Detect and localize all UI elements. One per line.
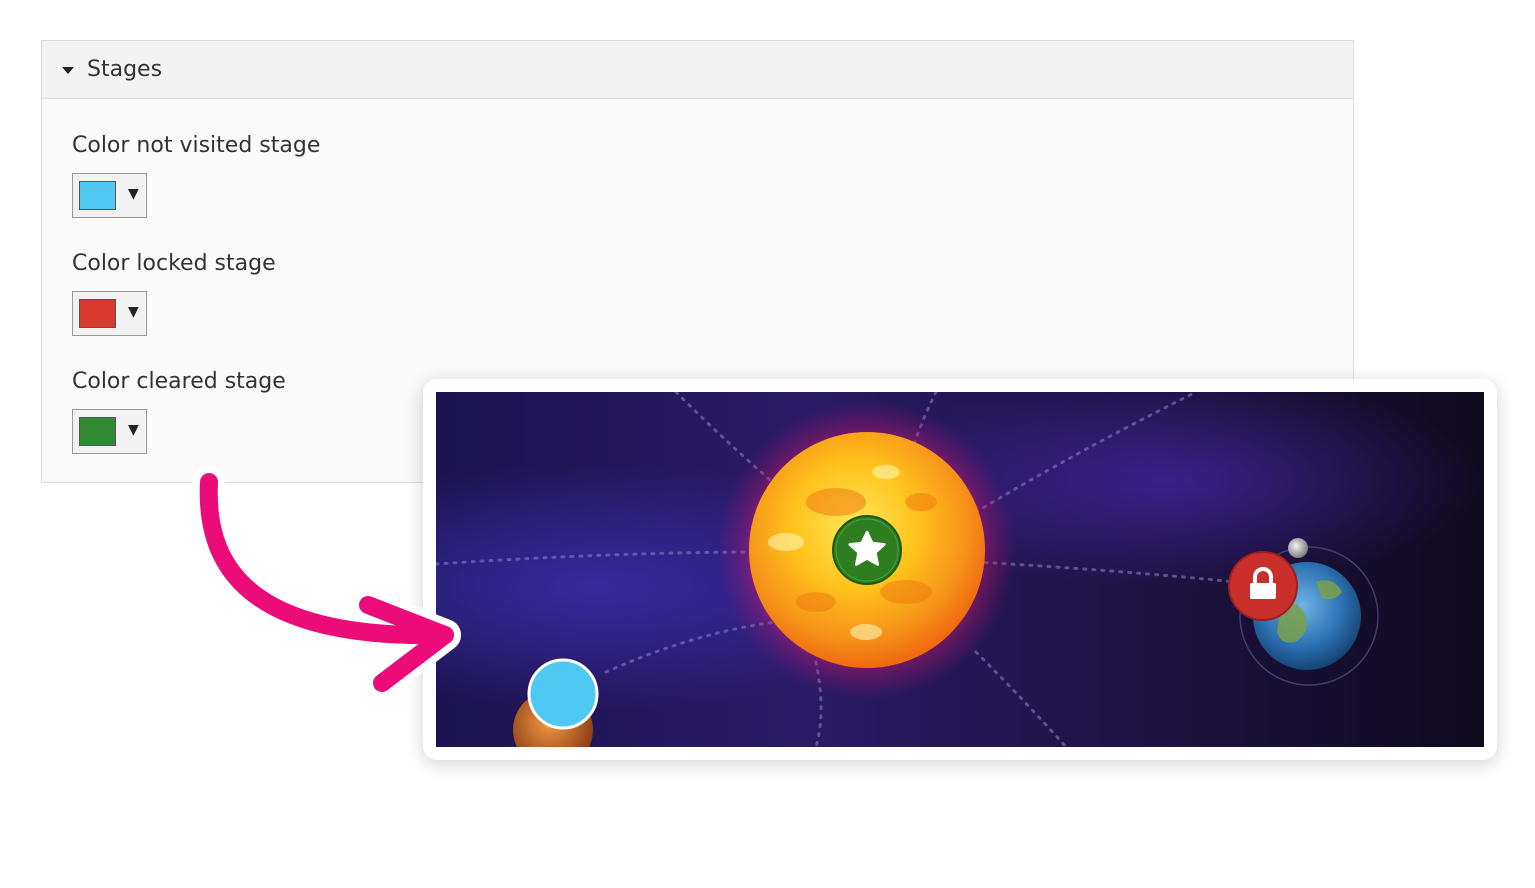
field-locked-color: Color locked stage ▼ (72, 250, 276, 336)
game-preview-card (423, 379, 1497, 760)
field-cleared-color: Color cleared stage ▼ (72, 368, 286, 454)
field-label: Color not visited stage (72, 133, 321, 158)
field-label: Color locked stage (72, 251, 276, 276)
color-picker-locked[interactable]: ▼ (72, 291, 147, 336)
color-picker-not-visited[interactable]: ▼ (72, 173, 147, 218)
space-map (436, 392, 1484, 747)
color-swatch (79, 299, 116, 328)
field-label: Color cleared stage (72, 369, 286, 394)
color-picker-cleared[interactable]: ▼ (72, 409, 147, 454)
stage-marker-locked[interactable] (1228, 551, 1298, 621)
game-preview (436, 392, 1484, 747)
caret-down-icon (62, 66, 74, 74)
field-not-visited-color: Color not visited stage ▼ (72, 132, 320, 218)
stages-panel-header[interactable]: Stages (42, 41, 1353, 99)
panel-title: Stages (87, 57, 163, 82)
stage-marker-cleared[interactable] (832, 515, 902, 585)
color-swatch (79, 417, 116, 446)
stage-marker-not-visited[interactable] (527, 658, 599, 730)
dropdown-arrow-icon: ▼ (128, 422, 139, 438)
dropdown-arrow-icon: ▼ (128, 304, 139, 320)
moon (1288, 538, 1308, 558)
color-swatch (79, 181, 116, 210)
dropdown-arrow-icon: ▼ (128, 186, 139, 202)
